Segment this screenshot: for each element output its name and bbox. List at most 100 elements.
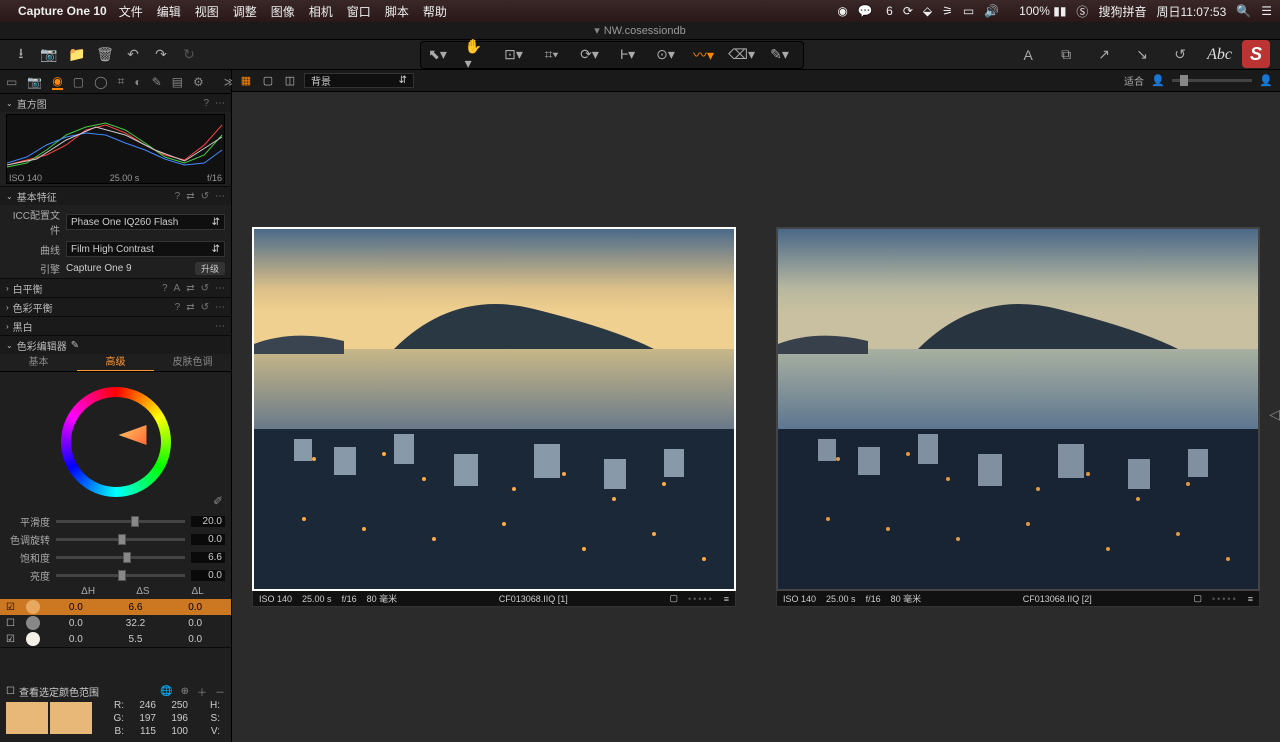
smooth-slider[interactable] — [56, 520, 185, 523]
hue-value[interactable]: 0.0 — [191, 534, 225, 545]
notification-icon[interactable]: ☰ — [1261, 4, 1272, 18]
crop-icon[interactable]: ⌗▾ — [541, 44, 563, 66]
color-wheel[interactable]: ✐ — [0, 372, 231, 512]
background-select[interactable]: 背景⇵ — [304, 73, 414, 88]
chevron-down-icon[interactable]: ⌄ — [6, 99, 13, 108]
rotate-icon[interactable]: ⟳▾ — [579, 44, 601, 66]
abc-label[interactable]: Abc — [1207, 46, 1232, 64]
spot-icon[interactable]: ⊙▾ — [655, 44, 677, 66]
eyedropper-icon[interactable]: ✐ — [213, 494, 223, 508]
help-icon[interactable]: ? — [175, 191, 181, 202]
curve-select[interactable]: Film High Contrast⇵ — [66, 241, 225, 257]
image-thumbnail-1[interactable]: ISO 14025.00 sf/1680 毫米 CF013068.IIQ [1]… — [252, 227, 736, 607]
output-tab-icon[interactable]: ⚙ — [193, 74, 204, 90]
collapse-right-icon[interactable]: ◁ — [1269, 406, 1280, 423]
white-balance-header[interactable]: ›白平衡?A⇄↺⋯ — [0, 279, 231, 297]
reset-icon[interactable]: ↺ — [1169, 44, 1191, 66]
menu-view[interactable]: 视图 — [195, 3, 219, 20]
trash-icon[interactable]: 🗑 — [94, 44, 116, 66]
capture-tab-icon[interactable]: 📷 — [27, 74, 42, 90]
globe-icon[interactable]: 🌐 — [160, 686, 172, 697]
ce-tab-advanced[interactable]: 高级 — [77, 354, 154, 371]
ce-tab-skin[interactable]: 皮肤色调 — [154, 354, 231, 371]
lens-tab-icon[interactable]: ◯ — [94, 74, 107, 90]
hand-icon[interactable]: ✋▾ — [465, 44, 487, 66]
grid-view-icon[interactable]: ▦ — [238, 74, 254, 88]
image-thumbnail-2[interactable]: ISO 14025.00 sf/1680 毫米 CF013068.IIQ [2]… — [776, 227, 1260, 607]
dropbox-icon[interactable]: ⬙ — [923, 4, 932, 18]
checkbox[interactable]: ☑ — [6, 602, 20, 613]
checkbox[interactable]: ☑ — [6, 634, 20, 645]
color-tab-icon[interactable]: ◉ — [52, 74, 62, 90]
battery-icon[interactable]: 100% ▮▮ — [1009, 4, 1066, 18]
light-slider[interactable] — [56, 574, 185, 577]
picker-icon[interactable]: ✎ — [71, 340, 79, 351]
menu-image[interactable]: 图像 — [271, 3, 295, 20]
wifi-icon[interactable]: ⚞ — [942, 4, 953, 18]
import-icon[interactable]: ⭳ — [10, 44, 32, 66]
color-balance-header[interactable]: ›色彩平衡?⇄↺⋯ — [0, 298, 231, 316]
redo-icon[interactable]: ↷ — [150, 44, 172, 66]
minus-icon[interactable]: － — [215, 684, 225, 699]
menu-file[interactable]: 文件 — [119, 3, 143, 20]
display-icon[interactable]: ▭ — [963, 4, 974, 18]
menu-window[interactable]: 窗口 — [347, 3, 371, 20]
table-row[interactable]: ☑0.06.60.0 — [0, 599, 231, 615]
checkbox[interactable]: ☐ — [6, 618, 20, 629]
undo-icon[interactable]: ↶ — [122, 44, 144, 66]
help-icon[interactable]: ? — [203, 98, 209, 109]
keystone-icon[interactable]: Ⱶ▾ — [617, 44, 639, 66]
preset-icon[interactable]: ⇄ — [186, 191, 194, 202]
clock[interactable]: 周日11:07:53 — [1156, 3, 1226, 20]
tag-icon[interactable]: ▢ — [1193, 593, 1202, 604]
menu-icon[interactable]: ⋯ — [215, 191, 225, 202]
person-icon[interactable]: 👤 — [1150, 74, 1166, 88]
apply-up-icon[interactable]: ↗ — [1093, 44, 1115, 66]
metadata-tab-icon[interactable]: ▤ — [172, 74, 183, 90]
folder-icon[interactable]: 📁 — [66, 44, 88, 66]
smooth-value[interactable]: 20.0 — [191, 516, 225, 527]
sat-value[interactable]: 6.6 — [191, 552, 225, 563]
spotlight-icon[interactable]: 🔍 — [1236, 4, 1251, 18]
menu-help[interactable]: 帮助 — [423, 3, 447, 20]
hue-slider[interactable] — [56, 538, 185, 541]
plus-icon[interactable]: ＋ — [197, 684, 207, 699]
menu-adjust[interactable]: 调整 — [233, 3, 257, 20]
zoom-slider[interactable] — [1172, 79, 1252, 82]
target-icon[interactable]: ⊕ — [181, 686, 189, 697]
menu-icon[interactable]: ≡ — [724, 594, 729, 604]
menu-camera[interactable]: 相机 — [309, 3, 333, 20]
color-wedge-icon[interactable] — [119, 425, 147, 445]
wechat-icon[interactable]: 💬 6 — [858, 4, 893, 18]
app-name[interactable]: Capture One 10 — [18, 4, 107, 18]
light-value[interactable]: 0.0 — [191, 570, 225, 581]
sat-slider[interactable] — [56, 556, 185, 559]
rating-dots[interactable]: ••••• — [1212, 594, 1238, 604]
person-icon[interactable]: 👤 — [1258, 74, 1274, 88]
sync-icon[interactable]: ⟳ — [903, 4, 913, 18]
checkbox[interactable]: ☐ — [6, 686, 15, 697]
mask-draw-icon[interactable]: 〰▾ — [693, 44, 715, 66]
single-view-icon[interactable]: ▢ — [260, 74, 276, 88]
tag-icon[interactable]: ▢ — [669, 593, 678, 604]
ime-label[interactable]: 搜狗拼音 — [1098, 3, 1146, 20]
cc-icon[interactable]: ◉ — [837, 4, 847, 18]
annotate-icon[interactable]: A — [1017, 44, 1039, 66]
menu-icon[interactable]: ≡ — [1248, 594, 1253, 604]
table-row[interactable]: ☑0.05.50.0 — [0, 631, 231, 647]
bw-header[interactable]: ›黑白⋯ — [0, 317, 231, 335]
library-tab-icon[interactable]: ▭ — [6, 74, 17, 90]
menu-icon[interactable]: ⋯ — [215, 98, 225, 109]
icc-select[interactable]: Phase One IQ260 Flash⇵ — [66, 214, 225, 230]
menu-edit[interactable]: 编辑 — [157, 3, 181, 20]
redo2-icon[interactable]: ↻ — [178, 44, 200, 66]
adjust-tab-icon[interactable]: ✎ — [152, 74, 162, 90]
ce-tab-basic[interactable]: 基本 — [0, 354, 77, 371]
split-view-icon[interactable]: ◫ — [282, 74, 298, 88]
volume-icon[interactable]: 🔊 — [984, 4, 999, 18]
chevron-down-icon[interactable]: ⌄ — [6, 341, 13, 350]
capture-icon[interactable]: 📷 — [38, 44, 60, 66]
apply-down-icon[interactable]: ↘ — [1131, 44, 1153, 66]
table-row[interactable]: ☐0.032.20.0 — [0, 615, 231, 631]
zoom-icon[interactable]: ⊡▾ — [503, 44, 525, 66]
